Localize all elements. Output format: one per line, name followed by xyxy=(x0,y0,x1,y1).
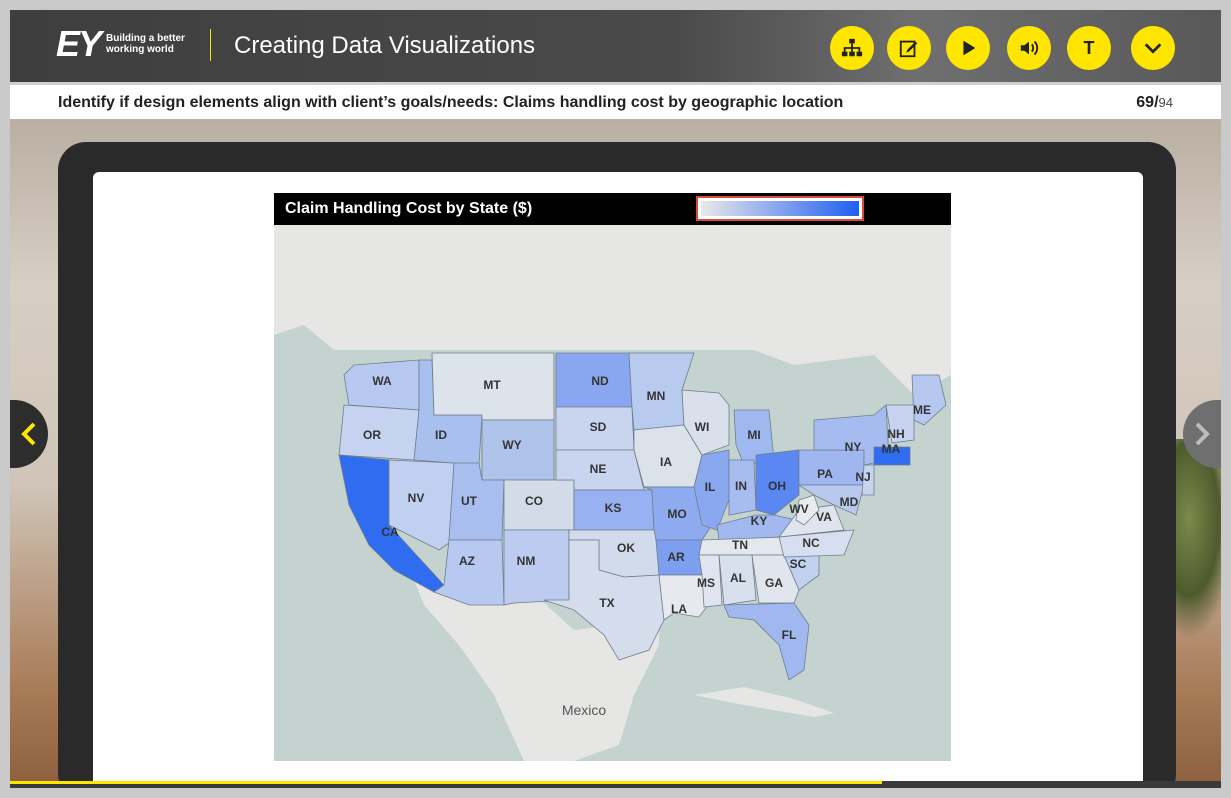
chevron-left-icon xyxy=(21,422,36,446)
state-label-ar: AR xyxy=(667,550,685,564)
chart-title: Claim Handling Cost by State ($) xyxy=(285,200,533,217)
state-label-va: VA xyxy=(816,510,832,524)
sitemap-icon xyxy=(841,38,863,57)
menu-button[interactable] xyxy=(830,26,874,70)
state-label-ks: KS xyxy=(605,501,622,515)
state-label-la: LA xyxy=(671,602,687,616)
legend-gradient xyxy=(701,201,859,216)
logo-mark: EY xyxy=(56,23,102,64)
progress-fill xyxy=(10,781,882,784)
state-nm xyxy=(503,529,570,606)
ey-logo: EY Building a better working world xyxy=(56,26,196,62)
audio-button[interactable] xyxy=(1007,26,1051,70)
header-divider xyxy=(210,29,211,61)
state-label-ia: IA xyxy=(660,455,672,469)
header-bar: EY Building a better working world Creat… xyxy=(10,10,1221,82)
state-label-in: IN xyxy=(735,479,747,493)
state-label-mi: MI xyxy=(747,428,760,442)
state-label-al: AL xyxy=(730,571,746,585)
state-label-tn: TN xyxy=(732,538,748,552)
state-label-wi: WI xyxy=(695,420,710,434)
state-label-ga: GA xyxy=(765,576,783,590)
state-label-wy: WY xyxy=(502,438,521,452)
chevron-right-icon xyxy=(1195,422,1210,446)
app-frame: EY Building a better working world Creat… xyxy=(10,10,1221,788)
state-label-mo: MO xyxy=(667,507,686,521)
state-label-ca: CA xyxy=(381,525,399,539)
progress-bar xyxy=(10,781,1221,788)
state-label-nm: NM xyxy=(517,554,536,568)
state-label-mt: MT xyxy=(483,378,501,392)
state-label-wv: WV xyxy=(789,502,808,516)
play-icon xyxy=(963,40,976,56)
more-button[interactable] xyxy=(1131,26,1175,70)
transcript-button[interactable]: T xyxy=(1067,26,1111,70)
state-label-ne: NE xyxy=(590,462,607,476)
slide-question: Identify if design elements align with c… xyxy=(58,94,844,111)
state-label-co: CO xyxy=(525,494,543,508)
state-label-fl: FL xyxy=(782,628,797,642)
notes-button[interactable] xyxy=(887,26,931,70)
state-label-nh: NH xyxy=(887,427,904,441)
state-label-nd: ND xyxy=(591,374,609,388)
state-label-ut: UT xyxy=(461,494,478,508)
color-legend xyxy=(696,196,864,221)
state-label-me: ME xyxy=(913,403,931,417)
text-icon: T xyxy=(1083,37,1095,58)
course-title: Creating Data Visualizations xyxy=(234,32,536,59)
state-label-md: MD xyxy=(840,495,859,509)
speaker-icon xyxy=(1020,40,1039,56)
state-label-id: ID xyxy=(435,428,447,442)
state-label-tx: TX xyxy=(599,596,614,610)
logo-tagline: Building a better working world xyxy=(106,33,185,55)
us-map: Mexico WA OR CA NV ID MT WY UT AZ CO NM ND SD NE KS OK T… xyxy=(274,225,951,761)
state-label-mn: MN xyxy=(647,389,666,403)
state-label-sc: SC xyxy=(790,557,807,571)
state-label-il: IL xyxy=(705,480,716,494)
chevron-down-icon xyxy=(1144,43,1162,54)
state-label-nv: NV xyxy=(408,491,425,505)
state-label-wa: WA xyxy=(372,374,392,388)
current-slide: 69 xyxy=(1136,94,1155,111)
country-label-mexico: Mexico xyxy=(562,702,607,718)
state-label-ny: NY xyxy=(845,440,862,454)
chart-header: Claim Handling Cost by State ($) xyxy=(274,193,951,225)
state-label-or: OR xyxy=(363,428,381,442)
state-label-ma: MA xyxy=(882,442,901,456)
play-button[interactable] xyxy=(946,26,990,70)
state-label-sd: SD xyxy=(590,420,607,434)
state-label-ms: MS xyxy=(697,576,715,590)
state-label-nc: NC xyxy=(802,536,820,550)
question-bar: Identify if design elements align with c… xyxy=(10,82,1221,119)
state-label-ok: OK xyxy=(617,541,635,555)
edit-icon xyxy=(899,40,918,58)
total-slides: 94 xyxy=(1158,95,1173,110)
state-label-pa: PA xyxy=(817,467,833,481)
state-label-oh: OH xyxy=(768,479,786,493)
state-label-ky: KY xyxy=(751,514,768,528)
choropleth-chart: Claim Handling Cost by State ($) Mexico … xyxy=(274,193,951,761)
state-label-az: AZ xyxy=(459,554,475,568)
state-label-nj: NJ xyxy=(855,470,870,484)
slide-counter: 69/94 xyxy=(1136,94,1173,112)
